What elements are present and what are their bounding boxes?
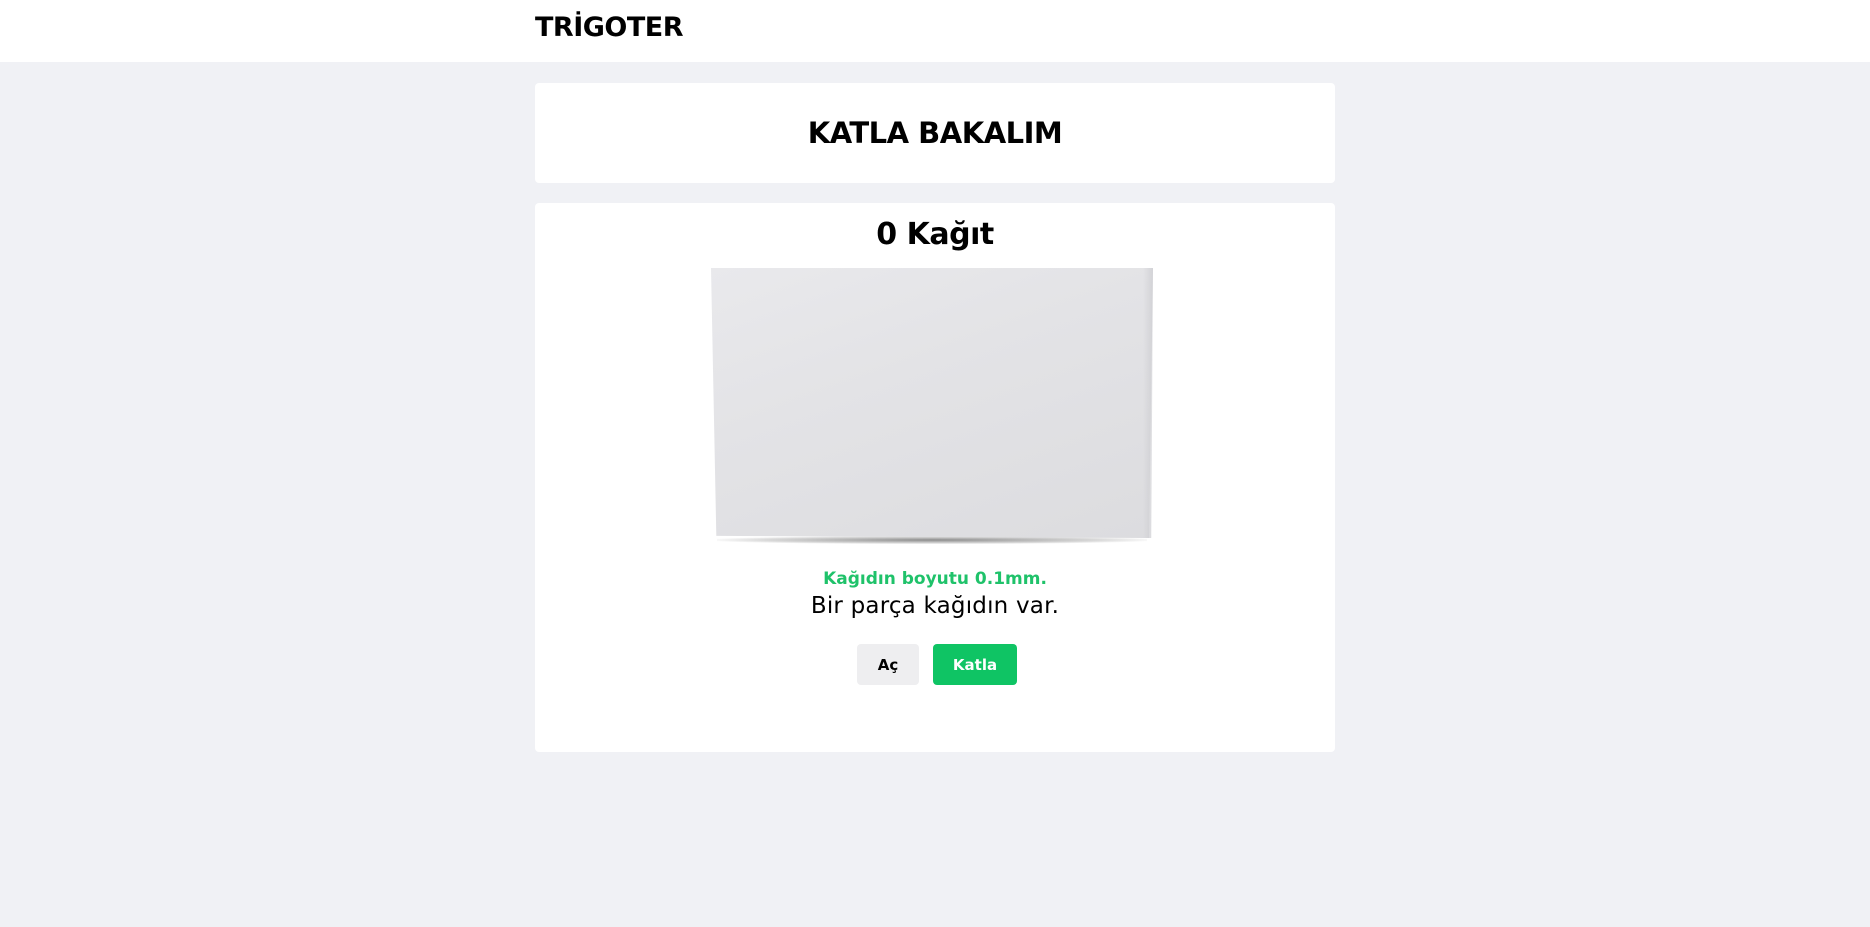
action-buttons: Aç Katla	[535, 644, 1335, 685]
open-button[interactable]: Aç	[857, 644, 919, 685]
title-card: KATLA BAKALIM	[535, 83, 1335, 183]
paper-sheet	[711, 268, 1153, 538]
paper-panel: 0 Kağıt Kağıdın boyutu 0.1mm. Bir parça …	[535, 203, 1335, 752]
brand-logo[interactable]: TRİGOTER	[535, 11, 1335, 45]
paper-image	[711, 268, 1153, 544]
top-navbar: TRİGOTER	[0, 0, 1870, 62]
main-container: KATLA BAKALIM 0 Kağıt Kağıdın boyutu 0.1…	[535, 83, 1335, 752]
paper-count: 0 Kağıt	[876, 217, 994, 252]
paper-size-text: Kağıdın boyutu 0.1mm.	[823, 569, 1047, 589]
fold-button[interactable]: Katla	[933, 644, 1017, 685]
navbar-inner: TRİGOTER	[535, 0, 1335, 45]
page-title: KATLA BAKALIM	[807, 116, 1063, 150]
paper-description: Bir parça kağıdın var.	[810, 593, 1060, 619]
